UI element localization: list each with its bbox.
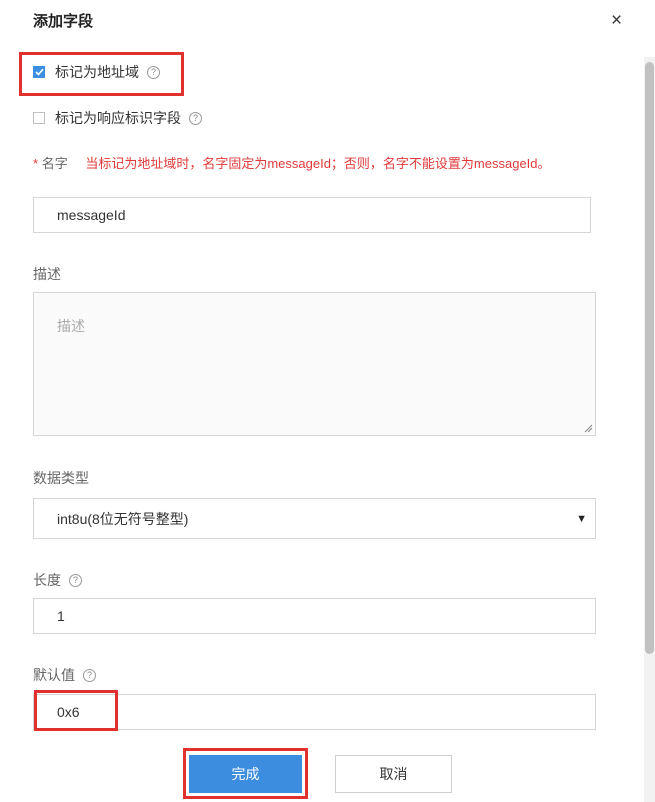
dropdown-caret-icon: ▼ — [576, 513, 587, 525]
response-id-label: 标记为响应标识字段 — [55, 110, 181, 126]
response-id-checkbox[interactable] — [33, 112, 45, 124]
highlight-box-address-domain — [19, 52, 184, 96]
required-mark: * — [33, 156, 39, 171]
scrollbar-thumb[interactable] — [645, 62, 654, 654]
name-input[interactable]: messageId — [33, 197, 591, 233]
help-icon[interactable]: ? — [189, 111, 202, 125]
close-icon[interactable]: × — [611, 11, 622, 31]
data-type-selected: int8u(8位无符号整型) — [57, 510, 189, 527]
description-placeholder: 描述 — [57, 318, 85, 334]
dialog-title: 添加字段 — [33, 13, 94, 30]
length-input[interactable]: 1 — [33, 598, 596, 634]
response-id-option[interactable]: 标记为响应标识字段 ? — [33, 108, 202, 128]
help-icon[interactable]: ? — [69, 573, 82, 587]
data-type-label: 数据类型 — [33, 470, 89, 486]
description-label: 描述 — [33, 266, 61, 282]
length-label-row: 长度 ? — [33, 570, 82, 590]
name-label: 名字 — [41, 156, 68, 171]
resize-handle-icon[interactable] — [584, 424, 593, 433]
highlight-box-default-value — [34, 690, 118, 731]
length-label: 长度 — [33, 572, 61, 588]
help-icon[interactable]: ? — [83, 668, 96, 682]
description-textarea[interactable]: 描述 — [33, 292, 596, 436]
name-field-label-row: * 名字 当标记为地址域时，名字固定为messageId；否则，名字不能设置为m… — [33, 157, 573, 171]
name-warning: 当标记为地址域时，名字固定为messageId；否则，名字不能设置为messag… — [85, 156, 551, 171]
default-label-row: 默认值 ? — [33, 665, 96, 685]
data-type-select[interactable]: int8u(8位无符号整型) ▼ — [33, 498, 596, 539]
default-label: 默认值 — [33, 667, 75, 683]
highlight-box-confirm — [183, 748, 308, 799]
cancel-button[interactable]: 取消 — [335, 755, 452, 793]
